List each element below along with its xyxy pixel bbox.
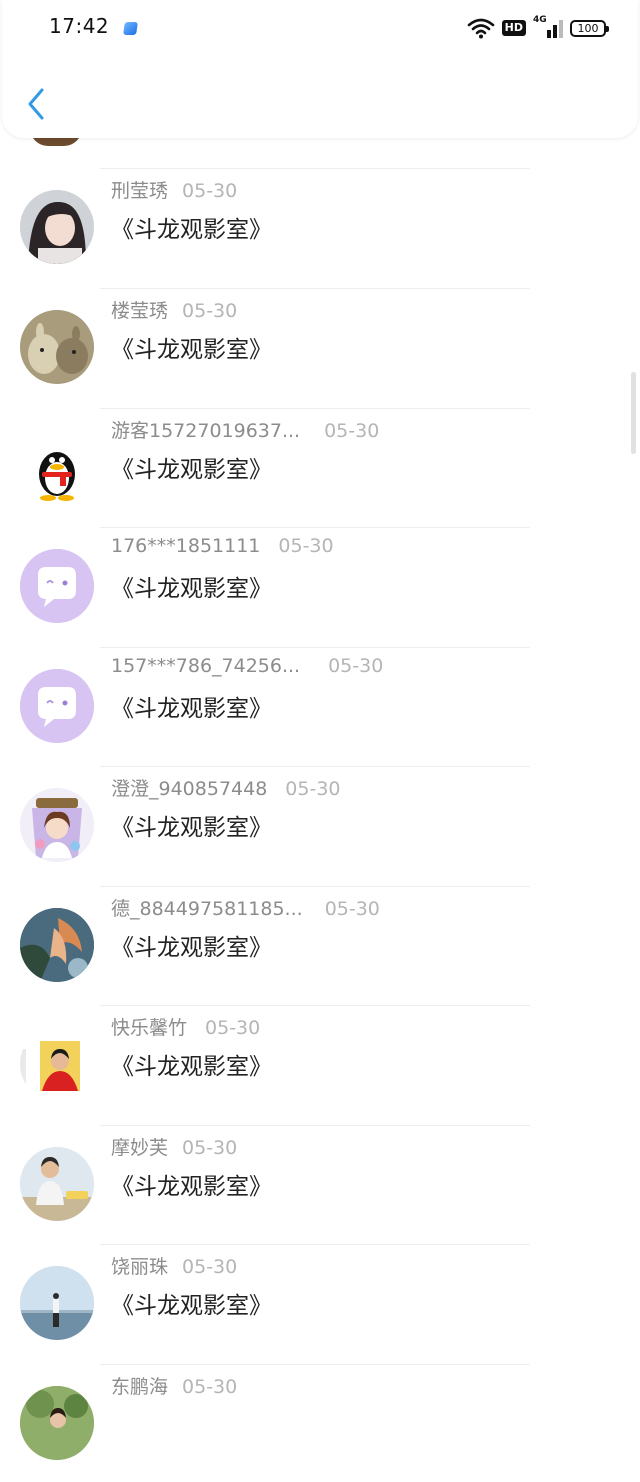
battery-icon: 100 bbox=[570, 19, 609, 37]
divider bbox=[100, 886, 530, 887]
divider bbox=[100, 527, 530, 528]
avatar[interactable] bbox=[20, 1027, 94, 1101]
date-label: 05-30 bbox=[285, 778, 341, 800]
member-meta: 楼莹琇 05-30 bbox=[111, 296, 237, 323]
member-name: 东鹏海 bbox=[111, 1376, 169, 1398]
divider bbox=[100, 1125, 530, 1126]
avatar[interactable] bbox=[20, 549, 94, 623]
content-title: 《斗龙观影室》 bbox=[111, 217, 272, 243]
divider bbox=[100, 1364, 530, 1365]
member-meta: 东鹏海 05-30 bbox=[111, 1372, 237, 1399]
date-label: 05-30 bbox=[324, 420, 380, 442]
status-icons: HD 4G 100 bbox=[467, 15, 609, 40]
list-item[interactable]: 157***786_74256... 05-30 《斗龙观影室》 bbox=[0, 647, 640, 765]
member-name: 楼莹琇 bbox=[111, 300, 169, 322]
date-label: 05-30 bbox=[182, 180, 238, 202]
divider bbox=[100, 1244, 530, 1245]
list-item[interactable]: 游客15727019637... 05-30 《斗龙观影室》 bbox=[0, 408, 640, 526]
avatar[interactable] bbox=[20, 190, 94, 264]
member-meta: 176***1851111 05-30 bbox=[111, 535, 334, 557]
list-item[interactable]: 快乐馨竹 05-30 《斗龙观影室》 bbox=[0, 1005, 640, 1123]
date-label: 05-30 bbox=[182, 300, 238, 322]
member-name: 176***1851111 bbox=[111, 535, 261, 557]
date-label: 05-30 bbox=[278, 535, 334, 557]
content-title: 《斗龙观影室》 bbox=[111, 815, 272, 841]
chevron-left-icon bbox=[28, 88, 44, 120]
member-name: 157***786_74256... bbox=[111, 655, 301, 677]
avatar[interactable] bbox=[20, 310, 94, 384]
content-title: 《斗龙观影室》 bbox=[111, 935, 272, 961]
wifi-icon bbox=[467, 18, 494, 39]
back-button[interactable] bbox=[24, 86, 50, 122]
member-name: 摩妙芙 bbox=[111, 1137, 169, 1159]
content-title: 《斗龙观影室》 bbox=[111, 1054, 272, 1080]
signal-bars bbox=[547, 20, 563, 38]
list-item[interactable]: 澄澄_940857448 05-30 《斗龙观影室》 bbox=[0, 766, 640, 884]
member-name: 游客15727019637... bbox=[111, 420, 301, 442]
content-title: 《斗龙观影室》 bbox=[111, 337, 272, 363]
member-meta: 澄澄_940857448 05-30 bbox=[111, 774, 341, 801]
clock: 17:42 bbox=[49, 14, 110, 38]
avatar[interactable] bbox=[20, 1266, 94, 1340]
member-meta: 刑莹琇 05-30 bbox=[111, 176, 237, 203]
signal-icon: 4G bbox=[533, 15, 563, 39]
member-meta: 饶丽珠 05-30 bbox=[111, 1252, 237, 1279]
member-name: 澄澄_940857448 bbox=[111, 778, 268, 800]
list-item[interactable]: 摩妙芙 05-30 《斗龙观影室》 bbox=[0, 1125, 640, 1243]
divider bbox=[100, 766, 530, 767]
scrollbar[interactable] bbox=[631, 372, 636, 454]
avatar[interactable] bbox=[20, 669, 94, 743]
divider bbox=[100, 168, 530, 169]
list-item[interactable]: 176***1851111 05-30 《斗龙观影室》 bbox=[0, 527, 640, 645]
status-bar: 17:42 HD 4G 100 bbox=[0, 0, 640, 58]
hd-badge: HD bbox=[501, 20, 526, 36]
date-label: 05-30 bbox=[205, 1017, 261, 1039]
date-label: 05-30 bbox=[324, 898, 380, 920]
member-name: 德_884497581185... bbox=[111, 898, 303, 920]
member-meta: 摩妙芙 05-30 bbox=[111, 1133, 237, 1160]
member-name: 饶丽珠 bbox=[111, 1256, 169, 1278]
network-type: 4G bbox=[533, 15, 547, 25]
member-meta: 游客15727019637... 05-30 bbox=[111, 416, 379, 443]
avatar[interactable] bbox=[20, 1147, 94, 1221]
avatar[interactable] bbox=[20, 788, 94, 862]
date-label: 05-30 bbox=[328, 655, 384, 677]
avatar[interactable] bbox=[20, 430, 94, 504]
app-notification-icon bbox=[123, 22, 138, 35]
avatar[interactable] bbox=[20, 908, 94, 982]
list-item[interactable]: 东鹏海 05-30 bbox=[0, 1364, 640, 1482]
member-meta: 德_884497581185... 05-30 bbox=[111, 894, 380, 921]
member-name: 快乐馨竹 bbox=[111, 1017, 188, 1039]
list-item[interactable]: 饶丽珠 05-30 《斗龙观影室》 bbox=[0, 1244, 640, 1362]
divider bbox=[100, 1005, 530, 1006]
list-item[interactable]: 楼莹琇 05-30 《斗龙观影室》 bbox=[0, 288, 640, 406]
date-label: 05-30 bbox=[182, 1137, 238, 1159]
member-meta: 157***786_74256... 05-30 bbox=[111, 655, 383, 677]
member-meta: 快乐馨竹 05-30 bbox=[111, 1013, 260, 1040]
content-title: 《斗龙观影室》 bbox=[111, 1174, 272, 1200]
battery-level: 100 bbox=[577, 21, 599, 35]
list-item[interactable]: 刑莹琇 05-30 《斗龙观影室》 bbox=[0, 168, 640, 286]
date-label: 05-30 bbox=[182, 1376, 238, 1398]
content-title: 《斗龙观影室》 bbox=[111, 576, 272, 602]
divider bbox=[100, 408, 530, 409]
list-item[interactable]: 德_884497581185... 05-30 《斗龙观影室》 bbox=[0, 886, 640, 1004]
content-title: 《斗龙观影室》 bbox=[111, 696, 272, 722]
avatar[interactable] bbox=[20, 1386, 94, 1460]
member-list: 刑莹琇 05-30 《斗龙观影室》 楼莹琇 05-30 《斗龙观影室》 游客15… bbox=[0, 0, 640, 1460]
divider bbox=[100, 288, 530, 289]
date-label: 05-30 bbox=[182, 1256, 238, 1278]
divider bbox=[100, 647, 530, 648]
member-name: 刑莹琇 bbox=[111, 180, 169, 202]
content-title: 《斗龙观影室》 bbox=[111, 1293, 272, 1319]
content-title: 《斗龙观影室》 bbox=[111, 457, 272, 483]
